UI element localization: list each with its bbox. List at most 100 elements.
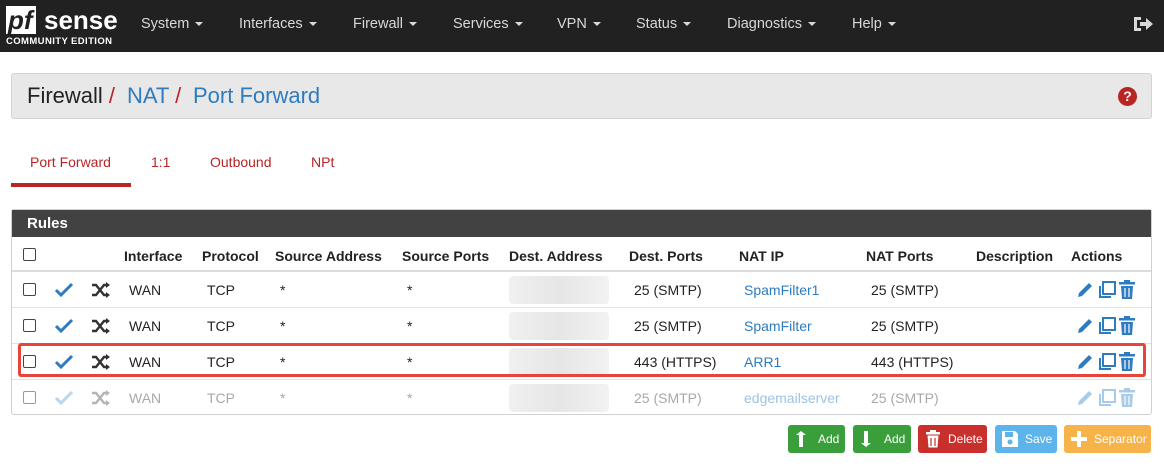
separator-button[interactable]: Separator xyxy=(1064,425,1151,453)
copy-icon[interactable] xyxy=(1097,388,1117,408)
nav-firewall-label: Firewall xyxy=(353,16,403,32)
nav-status[interactable]: Status xyxy=(636,0,692,52)
sign-out-icon[interactable] xyxy=(1132,14,1154,34)
nav-help[interactable]: Help xyxy=(852,0,896,52)
breadcrumb-nat[interactable]: NAT / xyxy=(127,84,181,108)
pfsense-logo[interactable]: pf sense COMMUNITY EDITION xyxy=(6,6,118,48)
logo-pf-text: pf xyxy=(6,6,36,34)
cell-source-ports: * xyxy=(407,354,413,370)
save-button[interactable]: Save xyxy=(995,425,1057,453)
random-shuffle-icon[interactable] xyxy=(91,389,111,407)
col-dest-ports: Dest. Ports xyxy=(629,248,703,264)
cell-nat-ports: 25 (SMTP) xyxy=(871,318,939,334)
pencil-icon[interactable] xyxy=(1075,316,1095,336)
nav-system[interactable]: System xyxy=(141,0,204,52)
col-dest-address: Dest. Address xyxy=(509,248,603,264)
col-protocol: Protocol xyxy=(202,248,259,264)
top-navbar: pf sense COMMUNITY EDITION System Interf… xyxy=(0,0,1164,52)
caret-down-icon xyxy=(195,22,204,27)
cell-source-address: * xyxy=(280,318,286,334)
logo-sense-text: sense xyxy=(44,5,118,35)
col-nat-ip: NAT IP xyxy=(739,248,784,264)
nav-vpn[interactable]: VPN xyxy=(557,0,601,52)
select-all-checkbox[interactable] xyxy=(23,248,36,261)
breadcrumb-firewall: Firewall / xyxy=(27,84,115,108)
col-source-address: Source Address xyxy=(275,248,382,264)
add-top-button[interactable]: Add xyxy=(788,425,845,453)
cell-nat-ip[interactable]: SpamFilter xyxy=(744,317,812,335)
delete-label: Delete xyxy=(948,432,983,446)
cell-nat-ip[interactable]: SpamFilter1 xyxy=(744,281,819,299)
copy-icon[interactable] xyxy=(1097,352,1117,372)
row-checkbox[interactable] xyxy=(23,319,36,332)
random-shuffle-icon[interactable] xyxy=(91,281,111,299)
breadcrumb-port-forward[interactable]: Port Forward xyxy=(193,84,320,108)
cell-protocol: TCP xyxy=(207,354,235,370)
nav-interfaces-label: Interfaces xyxy=(239,16,303,32)
breadcrumb: Firewall / NAT / Port Forward ? xyxy=(11,73,1152,119)
tab-npt[interactable]: NPt xyxy=(311,145,334,187)
cell-nat-ip[interactable]: edgemailserver xyxy=(744,389,840,407)
cell-dest-ports: 25 (SMTP) xyxy=(634,390,702,406)
col-nat-ports: NAT Ports xyxy=(866,248,934,264)
pencil-icon[interactable] xyxy=(1075,352,1095,372)
col-description: Description xyxy=(976,248,1054,264)
nav-help-label: Help xyxy=(852,16,882,32)
random-shuffle-icon[interactable] xyxy=(91,317,111,335)
dest-address-redacted xyxy=(509,276,609,304)
nav-system-label: System xyxy=(141,16,190,32)
nav-status-label: Status xyxy=(636,16,678,32)
trash-icon[interactable] xyxy=(1118,280,1136,300)
caret-down-icon xyxy=(887,22,896,27)
copy-icon[interactable] xyxy=(1097,280,1117,300)
arrow-down-icon xyxy=(861,431,871,447)
add-bottom-button[interactable]: Add xyxy=(853,425,911,453)
pencil-icon[interactable] xyxy=(1075,280,1095,300)
cell-interface: WAN xyxy=(129,390,162,406)
table-row: WAN TCP * * 25 (SMTP) SpamFilter 25 (SMT… xyxy=(12,308,1151,344)
tab-one-to-one[interactable]: 1:1 xyxy=(151,145,170,187)
copy-icon[interactable] xyxy=(1097,316,1117,336)
cell-nat-ip[interactable]: ARR1 xyxy=(744,353,781,371)
trash-icon xyxy=(926,430,940,448)
nav-interfaces[interactable]: Interfaces xyxy=(239,0,317,52)
dest-address-redacted xyxy=(509,384,609,412)
check-icon[interactable] xyxy=(54,389,74,407)
cell-source-ports: * xyxy=(407,282,413,298)
nav-firewall[interactable]: Firewall xyxy=(353,0,417,52)
cell-source-ports: * xyxy=(407,390,413,406)
check-icon[interactable] xyxy=(54,353,74,371)
tab-port-forward[interactable]: Port Forward xyxy=(11,145,131,187)
row-checkbox[interactable] xyxy=(23,391,36,404)
cell-protocol: TCP xyxy=(207,318,235,334)
breadcrumb-firewall-label: Firewall xyxy=(27,83,103,108)
cell-nat-ports: 25 (SMTP) xyxy=(871,282,939,298)
pencil-icon[interactable] xyxy=(1075,388,1095,408)
random-shuffle-icon[interactable] xyxy=(91,353,111,371)
nav-diagnostics[interactable]: Diagnostics xyxy=(727,0,816,52)
caret-down-icon xyxy=(683,22,692,27)
row-checkbox[interactable] xyxy=(23,283,36,296)
check-icon[interactable] xyxy=(54,281,74,299)
logo-edition-text: COMMUNITY EDITION xyxy=(6,36,113,47)
plus-icon xyxy=(1071,431,1087,447)
caret-down-icon xyxy=(592,22,601,27)
save-label: Save xyxy=(1025,432,1053,446)
delete-button[interactable]: Delete xyxy=(918,425,987,453)
cell-interface: WAN xyxy=(129,354,162,370)
trash-icon[interactable] xyxy=(1118,388,1136,408)
trash-icon[interactable] xyxy=(1118,316,1136,336)
check-icon[interactable] xyxy=(54,317,74,335)
tab-outbound[interactable]: Outbound xyxy=(210,145,272,187)
caret-down-icon xyxy=(807,22,816,27)
trash-icon[interactable] xyxy=(1118,352,1136,372)
rules-panel-title: Rules xyxy=(12,210,1151,237)
cell-source-address: * xyxy=(280,354,286,370)
cell-protocol: TCP xyxy=(207,282,235,298)
table-row-disabled: WAN TCP * * 25 (SMTP) edgemailserver 25 … xyxy=(12,380,1151,416)
nav-services[interactable]: Services xyxy=(453,0,523,52)
row-checkbox[interactable] xyxy=(23,355,36,368)
cell-source-ports: * xyxy=(407,318,413,334)
question-circle-icon[interactable]: ? xyxy=(1118,87,1137,106)
caret-down-icon xyxy=(514,22,523,27)
